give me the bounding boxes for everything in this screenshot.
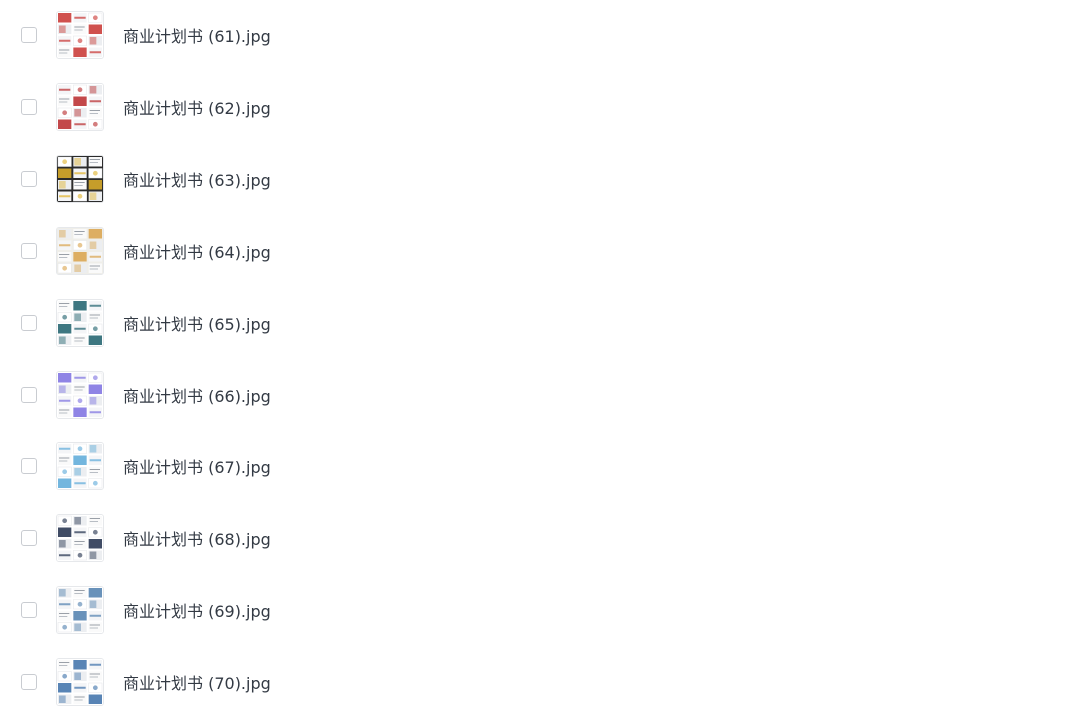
file-thumbnail[interactable] bbox=[56, 226, 104, 275]
file-thumbnail[interactable] bbox=[56, 658, 104, 707]
file-checkbox[interactable] bbox=[21, 674, 37, 691]
file-checkbox[interactable] bbox=[21, 242, 37, 259]
file-name[interactable]: 商业计划书 (69).jpg bbox=[123, 598, 271, 622]
file-row[interactable]: 商业计划书 (66).jpg bbox=[0, 359, 1080, 431]
file-thumbnail[interactable] bbox=[56, 298, 104, 347]
file-thumbnail[interactable] bbox=[56, 514, 104, 563]
file-checkbox[interactable] bbox=[21, 27, 37, 43]
file-name[interactable]: 商业计划书 (65).jpg bbox=[123, 311, 271, 335]
file-list: 商业计划书 (61).jpg 商业计划书 (62).jpg 商业计划书 (63).j… bbox=[0, 0, 1080, 722]
file-row[interactable]: 商业计划书 (67).jpg bbox=[0, 430, 1080, 502]
file-thumbnail[interactable] bbox=[56, 82, 104, 131]
file-row[interactable]: 商业计划书 (68).jpg bbox=[0, 502, 1080, 574]
file-name[interactable]: 商业计划书 (62).jpg bbox=[123, 95, 271, 119]
file-name[interactable]: 商业计划书 (66).jpg bbox=[123, 383, 271, 407]
file-checkbox[interactable] bbox=[21, 98, 37, 115]
file-name[interactable]: 商业计划书 (63).jpg bbox=[123, 167, 271, 191]
file-name[interactable]: 商业计划书 (70).jpg bbox=[123, 670, 271, 694]
file-row[interactable]: 商业计划书 (69).jpg bbox=[0, 574, 1080, 646]
file-checkbox[interactable] bbox=[21, 458, 37, 475]
file-thumbnail[interactable] bbox=[56, 442, 104, 491]
file-checkbox[interactable] bbox=[21, 602, 37, 619]
file-row[interactable]: 商业计划书 (63).jpg bbox=[0, 143, 1080, 215]
file-checkbox[interactable] bbox=[21, 170, 37, 187]
file-thumbnail[interactable] bbox=[56, 586, 104, 635]
file-checkbox[interactable] bbox=[21, 386, 37, 403]
file-thumbnail[interactable] bbox=[56, 11, 104, 59]
file-name[interactable]: 商业计划书 (64).jpg bbox=[123, 239, 271, 263]
file-row[interactable]: 商业计划书 (65).jpg bbox=[0, 287, 1080, 359]
file-checkbox[interactable] bbox=[21, 314, 37, 331]
file-checkbox[interactable] bbox=[21, 530, 37, 547]
file-row[interactable]: 商业计划书 (62).jpg bbox=[0, 71, 1080, 143]
file-name[interactable]: 商业计划书 (67).jpg bbox=[123, 454, 271, 478]
file-row[interactable]: 商业计划书 (70).jpg bbox=[0, 646, 1080, 718]
file-name[interactable]: 商业计划书 (68).jpg bbox=[123, 526, 271, 550]
file-row[interactable]: 商业计划书 (61).jpg bbox=[0, 0, 1080, 71]
file-thumbnail[interactable] bbox=[56, 154, 104, 203]
file-name[interactable]: 商业计划书 (61).jpg bbox=[123, 23, 271, 47]
file-row[interactable]: 商业计划书 (64).jpg bbox=[0, 215, 1080, 287]
file-thumbnail[interactable] bbox=[56, 370, 104, 419]
